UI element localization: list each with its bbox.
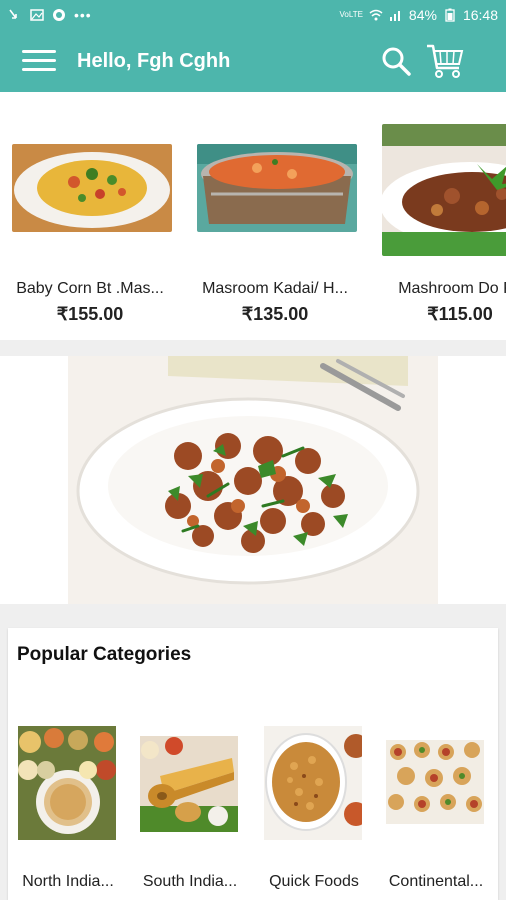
search-icon[interactable]	[380, 45, 412, 77]
section-title: Popular Categories	[17, 644, 192, 665]
promo-banner[interactable]	[68, 356, 438, 604]
category-name: South India...	[142, 873, 238, 890]
category-image	[386, 740, 484, 824]
status-bar: ••• VoLTE 84% 16:48	[0, 0, 506, 32]
popular-categories-section: Popular Categories North India... South …	[8, 628, 498, 900]
volte-icon: VoLTE	[339, 10, 363, 19]
signal-icon	[389, 11, 400, 21]
product-card[interactable]: Masroom Kadai/ H... ₹135.00	[185, 92, 365, 340]
category-card[interactable]: Continental...	[378, 726, 488, 900]
clock: 16:48	[462, 7, 498, 23]
category-image	[140, 736, 238, 832]
wifi-icon	[369, 9, 383, 21]
category-card[interactable]: Quick Foods	[256, 726, 366, 900]
menu-icon-line	[22, 68, 56, 71]
category-image	[264, 726, 362, 840]
product-card[interactable]: Mashroom Do Py ₹115.00	[370, 92, 506, 340]
category-name: Quick Foods	[269, 873, 359, 890]
product-image	[197, 144, 357, 232]
cart-icon[interactable]	[425, 42, 465, 80]
product-price: ₹155.00	[56, 304, 124, 324]
gallery-icon	[30, 9, 44, 21]
missed-call-icon	[9, 9, 17, 19]
product-name: Baby Corn Bt .Mas...	[16, 280, 164, 297]
more-icon: •••	[74, 7, 92, 23]
menu-icon-line	[22, 50, 56, 53]
featured-products-carousel[interactable]: Baby Corn Bt .Mas... ₹155.00 Masroom Kad…	[0, 92, 506, 340]
category-card[interactable]: North India...	[10, 726, 120, 900]
battery-icon	[445, 8, 455, 22]
menu-button[interactable]	[22, 50, 56, 74]
category-name: Continental...	[388, 873, 484, 890]
menu-icon-line	[22, 59, 56, 62]
product-image	[12, 144, 172, 232]
app-icon	[53, 9, 65, 21]
product-image	[382, 124, 506, 256]
product-price: ₹115.00	[427, 304, 493, 324]
promo-banner-area	[0, 356, 506, 604]
battery-percent: 84%	[408, 7, 437, 23]
product-price: ₹135.00	[241, 304, 309, 324]
category-card[interactable]: South India...	[132, 726, 242, 900]
category-name: North India...	[22, 873, 114, 890]
product-name: Mashroom Do Py	[398, 280, 506, 297]
category-image	[18, 726, 116, 840]
product-card[interactable]: Baby Corn Bt .Mas... ₹155.00	[0, 92, 180, 340]
greeting-title: Hello, Fgh Cghh	[77, 50, 231, 72]
status-left-icons: •••	[8, 7, 92, 23]
status-right-icons: VoLTE 84% 16:48	[340, 7, 499, 23]
product-name: Masroom Kadai/ H...	[202, 280, 348, 297]
app-bar: Hello, Fgh Cghh	[0, 32, 506, 92]
